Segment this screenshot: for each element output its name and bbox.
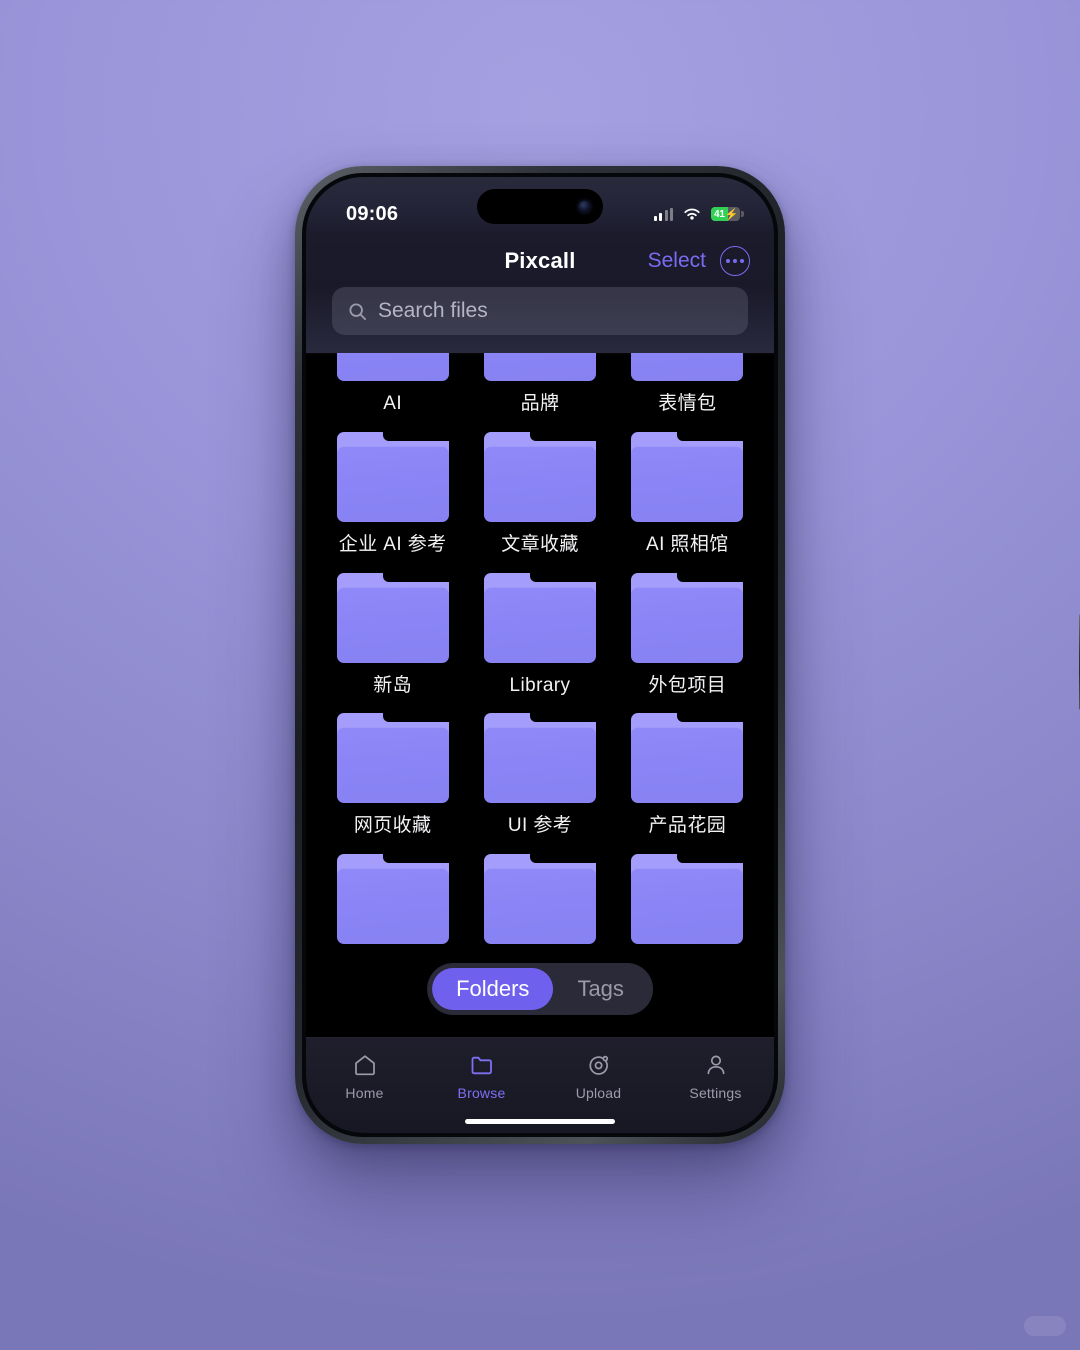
folder-icon (483, 713, 596, 804)
phone-bezel: 09:06 41 ⚡ Pixcall Select Search files A… (302, 173, 778, 1137)
folder-icon (631, 353, 744, 381)
folder-item[interactable] (623, 854, 752, 956)
folder-label: AI 照相馆 (646, 533, 729, 555)
folder-item[interactable]: 网页收藏 (328, 713, 457, 838)
select-button[interactable]: Select (648, 249, 706, 273)
folder-label: 网页收藏 (353, 815, 432, 837)
folder-label: 新岛 (373, 674, 413, 696)
folder-icon (483, 353, 596, 381)
folder-label: 产品花园 (648, 815, 727, 837)
app-nav-bar: Pixcall Select (306, 235, 774, 287)
tab-browse[interactable]: Browse (423, 1052, 540, 1101)
folder-icon (483, 854, 596, 945)
nav-actions: Select (648, 246, 750, 276)
battery-charging-icon: ⚡ (724, 208, 739, 221)
segment-folders[interactable]: Folders (432, 968, 554, 1010)
folder-scroll-area[interactable]: AI 品牌 表情包 企业 AI 参考 文章收藏 AI 照相馆 新岛 Librar… (306, 353, 774, 1133)
folder-icon (483, 431, 596, 522)
tab-label: Browse (457, 1085, 506, 1101)
folder-item[interactable]: Library (475, 572, 604, 698)
folder-label: 品牌 (520, 393, 560, 414)
folder-item[interactable] (475, 854, 604, 956)
folder-label: 企业 AI 参考 (338, 533, 447, 555)
home-indicator[interactable] (465, 1119, 615, 1124)
folder-label: 文章收藏 (501, 533, 579, 555)
folder-item[interactable]: 新岛 (328, 572, 457, 698)
folder-icon (336, 572, 449, 663)
folder-item[interactable]: 外包项目 (623, 572, 752, 698)
folder-label: AI (383, 393, 403, 414)
search-container: Search files (306, 287, 774, 353)
search-icon (349, 302, 367, 320)
folder-item[interactable]: AI (328, 353, 457, 416)
dynamic-island (477, 189, 603, 224)
front-camera-icon (579, 201, 590, 212)
tab-label: Home (345, 1085, 384, 1101)
tab-label: Settings (689, 1085, 742, 1101)
tab-home[interactable]: Home (306, 1052, 423, 1101)
folder-icon (631, 572, 744, 663)
folder-label: UI 参考 (507, 815, 573, 837)
upload-orbit-icon (588, 1055, 608, 1075)
watermark-badge (1024, 1316, 1066, 1336)
folder-item[interactable]: 企业 AI 参考 (328, 431, 457, 557)
folder-icon (336, 854, 449, 945)
phone-device: 09:06 41 ⚡ Pixcall Select Search files A… (295, 166, 1080, 1144)
segment-tags[interactable]: Tags (553, 968, 647, 1010)
folder-grid: AI 品牌 表情包 企业 AI 参考 文章收藏 AI 照相馆 新岛 Librar… (306, 353, 774, 956)
page-title: Pixcall (504, 248, 576, 273)
person-icon (707, 1055, 724, 1075)
battery-level-label: 41 (714, 208, 725, 220)
folder-icon (471, 1056, 492, 1075)
folder-label: Library (509, 674, 571, 696)
folder-item[interactable] (328, 854, 457, 956)
battery-icon: 41 ⚡ (711, 207, 744, 221)
folder-item[interactable]: 表情包 (623, 353, 752, 416)
status-indicators: 41 ⚡ (653, 207, 744, 222)
tab-settings[interactable]: Settings (657, 1052, 774, 1101)
folder-label: 外包项目 (648, 674, 727, 696)
folders-tags-segmented-control: Folders Tags (427, 963, 653, 1015)
more-ellipsis-icon[interactable] (720, 246, 750, 276)
folder-label: 表情包 (658, 393, 717, 414)
folder-icon (631, 713, 744, 804)
folder-icon (336, 431, 449, 522)
folder-item[interactable]: 文章收藏 (475, 431, 604, 557)
folder-item[interactable]: UI 参考 (475, 713, 604, 838)
cellular-signal-icon (653, 207, 673, 221)
folder-item[interactable]: AI 照相馆 (623, 431, 752, 557)
folder-icon (336, 713, 449, 804)
search-input[interactable]: Search files (332, 287, 748, 335)
tab-label: Upload (575, 1085, 622, 1101)
folder-item[interactable]: 品牌 (475, 353, 604, 416)
folder-item[interactable]: 产品花园 (623, 713, 752, 838)
search-placeholder: Search files (378, 299, 488, 322)
tab-upload[interactable]: Upload (540, 1052, 657, 1101)
wifi-icon (684, 208, 700, 220)
status-clock: 09:06 (346, 202, 399, 225)
phone-screen: 09:06 41 ⚡ Pixcall Select Search files A… (306, 177, 774, 1133)
home-icon (354, 1055, 375, 1076)
folder-icon (336, 353, 449, 381)
folder-icon (631, 854, 744, 945)
folder-icon (483, 572, 596, 663)
folder-icon (631, 431, 744, 522)
